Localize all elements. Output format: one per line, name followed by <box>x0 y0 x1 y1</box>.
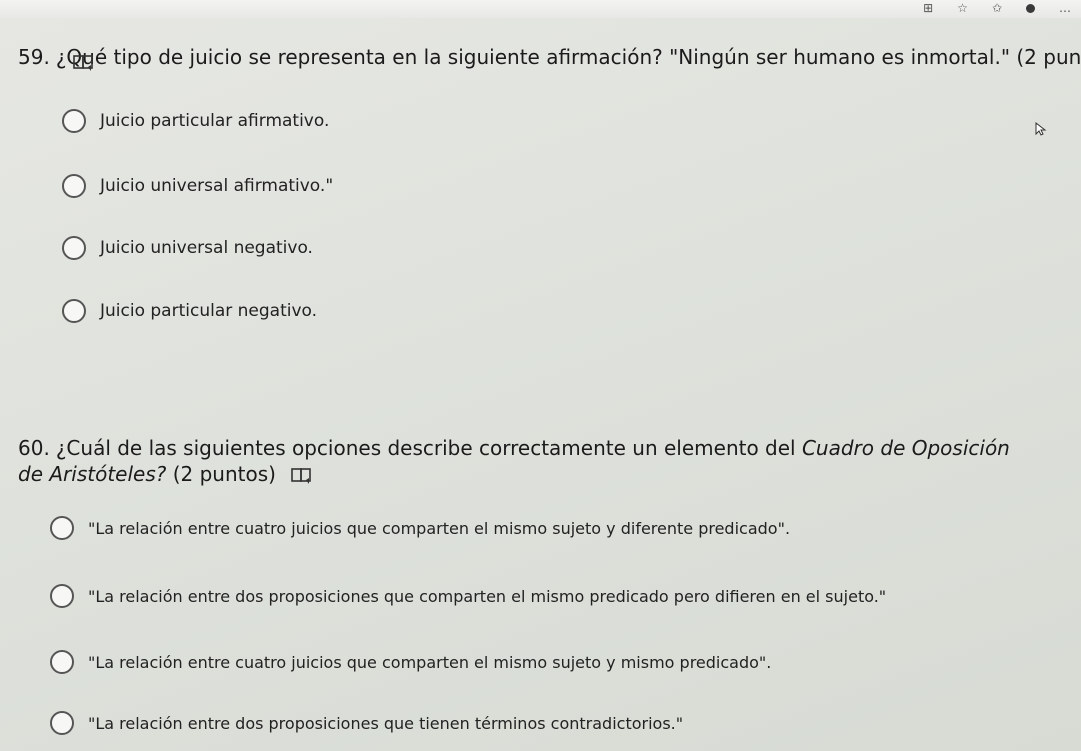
option-q59-d[interactable]: Juicio particular negativo. <box>62 299 317 323</box>
option-label: "La relación entre cuatro juicios que co… <box>88 652 772 672</box>
option-q60-d[interactable]: "La relación entre dos proposiciones que… <box>50 711 683 735</box>
question-points: (2 puntos) <box>166 462 276 486</box>
immersive-reader-icon[interactable] <box>72 53 96 77</box>
radio-button[interactable] <box>50 711 74 735</box>
question-text: ¿Cuál de las siguientes opciones describ… <box>55 436 802 460</box>
question-number: 59. <box>18 45 50 69</box>
option-q59-a[interactable]: Juicio particular afirmativo. <box>62 109 329 133</box>
option-label: Juicio particular negativo. <box>100 301 318 321</box>
question-60-title: 60. ¿Cuál de las siguientes opciones desc… <box>18 435 1018 487</box>
option-label: "La relación entre dos proposiciones que… <box>88 713 684 733</box>
question-number: 60. <box>18 436 50 460</box>
radio-button[interactable] <box>62 299 86 323</box>
question-text: ¿Qué tipo de juicio se representa en la … <box>55 45 1081 69</box>
option-q59-c[interactable]: Juicio universal negativo. <box>62 236 313 260</box>
favorites-list-icon[interactable]: ✩ <box>992 1 1002 15</box>
option-label: Juicio particular afirmativo. <box>100 111 330 131</box>
option-q60-b[interactable]: "La relación entre dos proposiciones que… <box>50 584 886 608</box>
radio-button[interactable] <box>50 650 74 674</box>
question-59-title: 59. ¿Qué tipo de juicio se representa en … <box>18 44 1081 70</box>
immersive-reader-icon[interactable] <box>290 466 314 490</box>
radio-button[interactable] <box>50 584 74 608</box>
option-q60-c[interactable]: "La relación entre cuatro juicios que co… <box>50 650 771 674</box>
radio-button[interactable] <box>62 174 86 198</box>
split-screen-icon[interactable]: ⊞ <box>923 1 933 15</box>
option-q59-b[interactable]: Juicio universal afirmativo." <box>62 174 333 198</box>
radio-button[interactable] <box>62 236 86 260</box>
browser-toolbar: ⊞ ☆ ✩ … <box>0 0 1081 18</box>
option-q60-a[interactable]: "La relación entre cuatro juicios que co… <box>50 516 790 540</box>
radio-button[interactable] <box>62 109 86 133</box>
radio-button[interactable] <box>50 516 74 540</box>
option-label: "La relación entre cuatro juicios que co… <box>88 518 791 538</box>
more-icon[interactable]: … <box>1059 1 1071 15</box>
mouse-cursor-icon <box>1035 121 1047 140</box>
option-label: Juicio universal afirmativo." <box>100 176 334 196</box>
favorite-star-icon[interactable]: ☆ <box>957 1 968 15</box>
option-label: Juicio universal negativo. <box>100 238 313 258</box>
profile-icon[interactable] <box>1026 3 1035 13</box>
option-label: "La relación entre dos proposiciones que… <box>88 586 887 606</box>
